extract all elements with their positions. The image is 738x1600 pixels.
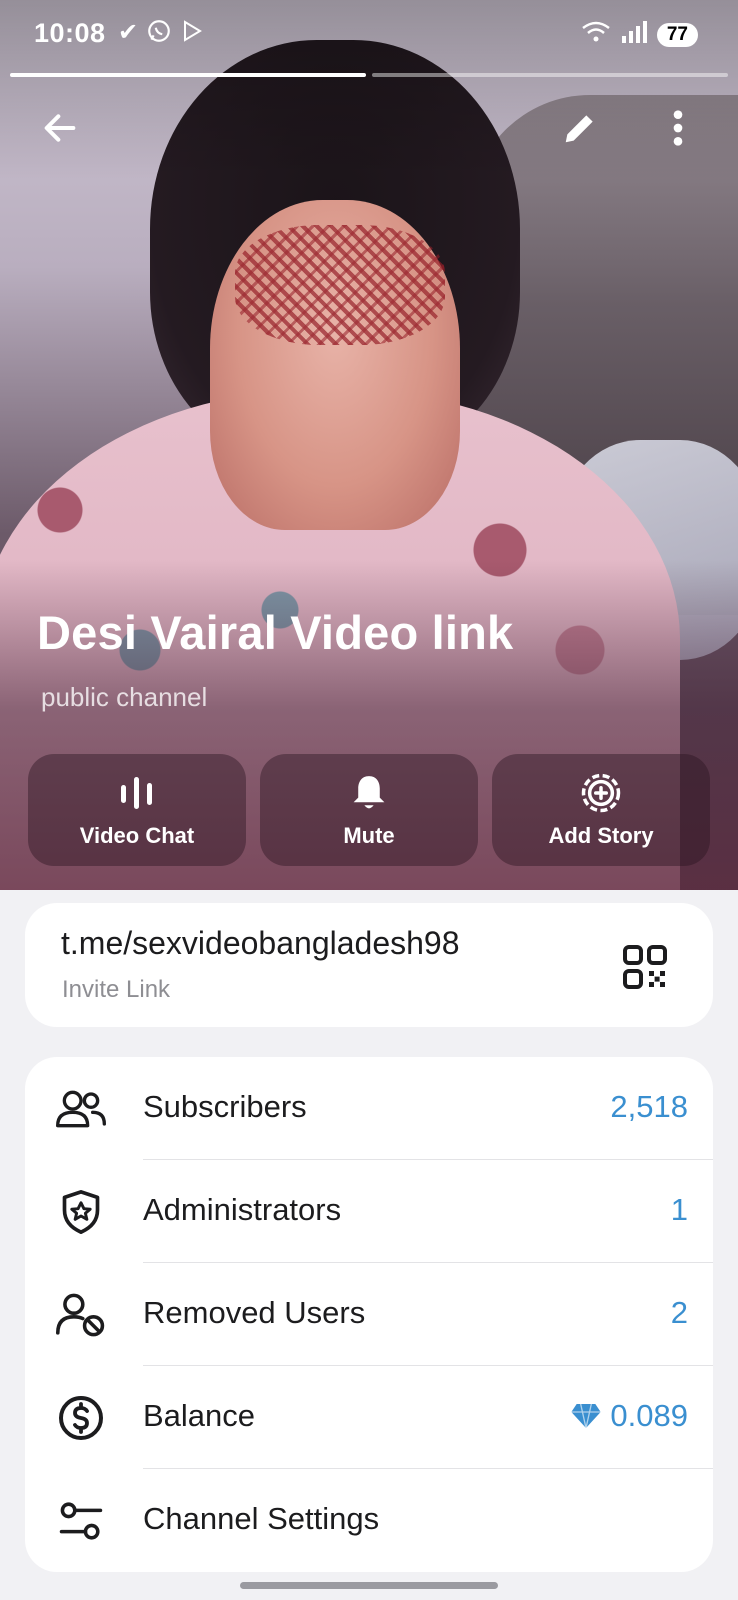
signal-icon [621, 20, 647, 50]
more-options-button[interactable] [650, 100, 706, 156]
channel-subtitle: public channel [41, 682, 208, 712]
back-button[interactable] [32, 100, 88, 156]
removed-users-row[interactable]: Removed Users 2 [25, 1263, 713, 1366]
edit-button[interactable] [552, 100, 608, 156]
subscribers-count: 2,518 [610, 1089, 688, 1124]
balance-row[interactable]: Balance 0.089 [25, 1366, 713, 1469]
balance-amount: 0.089 [610, 1398, 688, 1433]
qr-code-button[interactable] [621, 943, 669, 991]
balance-label: Balance [143, 1398, 256, 1433]
check-icon: ✔ [118, 19, 139, 46]
users-icon [56, 1090, 106, 1128]
balance-value: 0.089 [570, 1398, 688, 1434]
play-store-icon [180, 18, 204, 51]
channel-actions: Video Chat Mute Add Story [28, 754, 710, 866]
voice-chat-icon [121, 777, 152, 809]
shield-star-icon [62, 1190, 100, 1234]
channel-info-list: Subscribers 2,518 Administrators 1 Remov… [25, 1057, 713, 1572]
add-story-label: Add Story [548, 823, 654, 848]
story-progress-segment-active [10, 73, 366, 77]
invite-link-card[interactable]: t.me/sexvideobangladesh98 Invite Link [25, 903, 713, 1027]
removed-users-label: Removed Users [143, 1295, 366, 1330]
invite-link-label: Invite Link [62, 976, 171, 1003]
add-story-icon [581, 773, 621, 813]
user-blocked-icon [56, 1293, 105, 1337]
video-chat-button[interactable]: Video Chat [28, 754, 246, 866]
qr-code-icon [623, 945, 667, 989]
add-story-button[interactable]: Add Story [492, 754, 710, 866]
arrow-left-icon [44, 114, 76, 142]
wifi-icon [581, 20, 611, 50]
invite-link-url[interactable]: t.me/sexvideobangladesh98 [61, 925, 460, 962]
administrators-label: Administrators [143, 1192, 342, 1227]
video-chat-label: Video Chat [79, 823, 195, 848]
subscribers-label: Subscribers [143, 1089, 307, 1124]
battery-indicator: 77 [656, 23, 698, 47]
mute-button[interactable]: Mute [260, 754, 478, 866]
administrators-row[interactable]: Administrators 1 [25, 1160, 713, 1263]
mute-label: Mute [343, 823, 395, 848]
status-bar: 10:08 ✔ 77 [0, 0, 738, 70]
status-time: 10:08 [34, 18, 106, 48]
channel-settings-row[interactable]: Channel Settings [25, 1469, 713, 1572]
bell-icon [353, 776, 385, 809]
removed-users-count: 2 [670, 1295, 688, 1330]
dollar-circle-icon [59, 1396, 103, 1440]
pencil-icon [565, 115, 593, 143]
diamond-icon [571, 1403, 602, 1429]
sliders-icon [59, 1502, 103, 1540]
channel-profile-screen: 10:08 ✔ 77 Desi Vairal Video link public… [0, 0, 738, 1600]
story-progress-segment [372, 73, 728, 77]
channel-title: Desi Vairal Video link [37, 606, 514, 659]
administrators-count: 1 [670, 1192, 688, 1227]
whatsapp-icon [146, 18, 172, 51]
subscribers-row[interactable]: Subscribers 2,518 [25, 1057, 713, 1160]
more-vertical-icon [673, 110, 683, 146]
channel-settings-label: Channel Settings [143, 1501, 380, 1536]
home-indicator[interactable] [240, 1582, 498, 1589]
